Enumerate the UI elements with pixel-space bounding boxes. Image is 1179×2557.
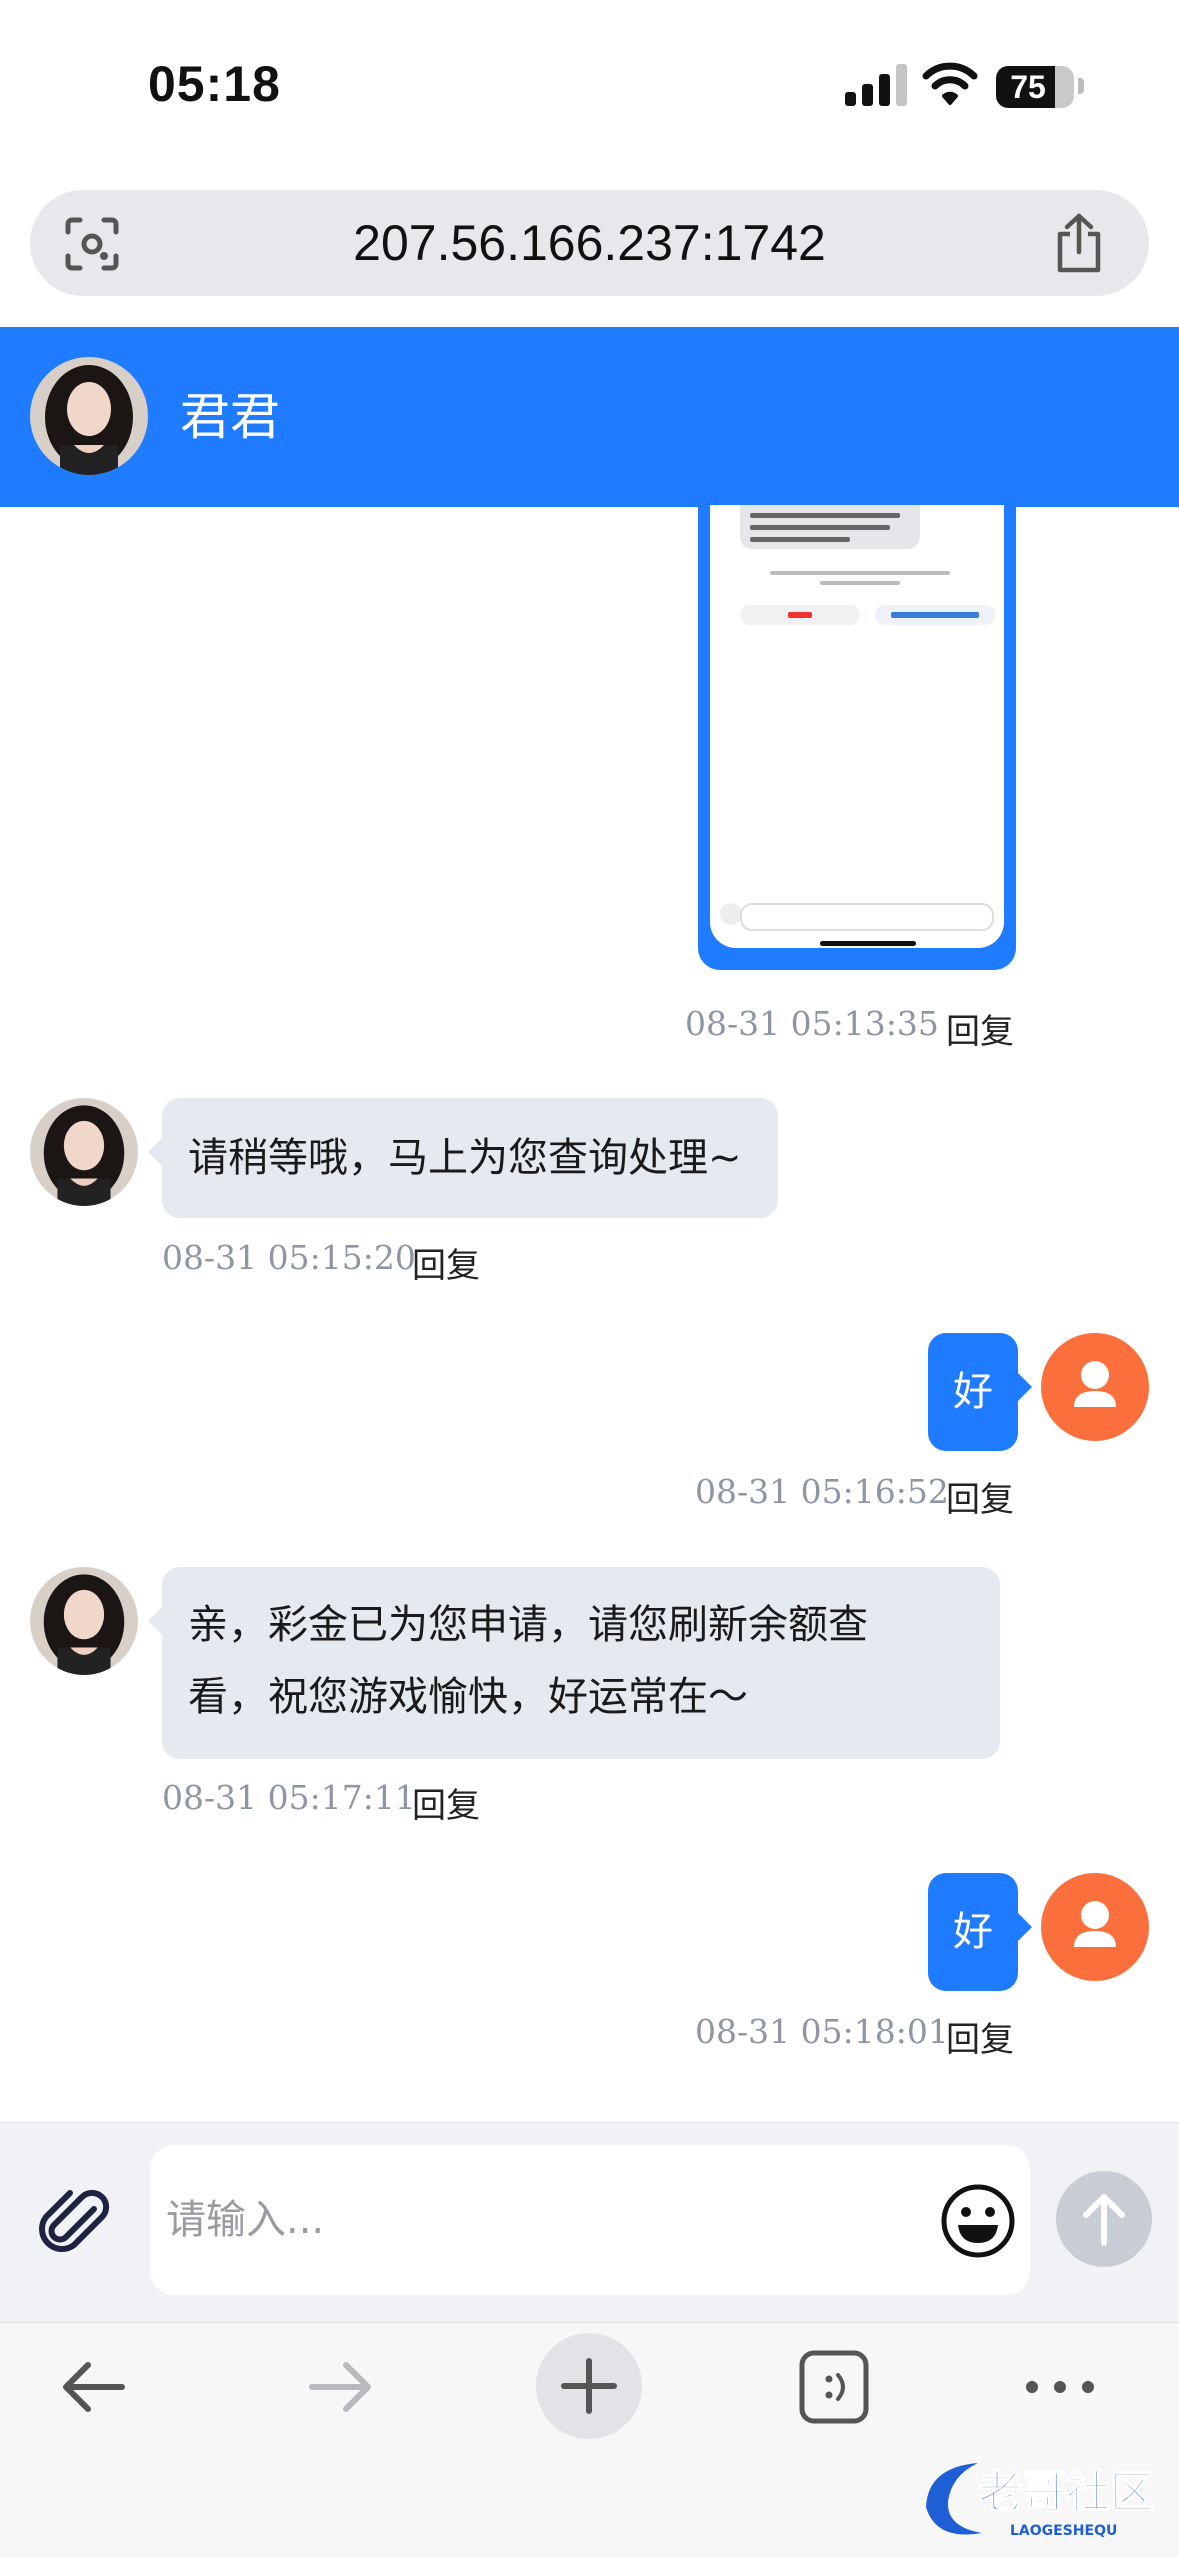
status-time: 05:18 (148, 56, 281, 112)
notice-line (770, 571, 950, 575)
sms-preview (740, 505, 920, 549)
send-arrow-icon (1083, 2194, 1125, 2246)
delete-pill (740, 605, 860, 625)
browser-toolbar: 老哥社区 LAOGESHEQU (0, 2322, 1179, 2557)
message-text-line: 亲，彩金已为您申请，请您刷新余额查 (188, 1602, 868, 1648)
message-bubble[interactable]: 请稍等哦，马上为您查询处理~ (148, 1098, 778, 1218)
reply-button[interactable]: 回复 (412, 1238, 480, 1287)
screenshot-preview (710, 505, 1004, 948)
reply-button[interactable]: 回复 (412, 1778, 480, 1827)
watermark-text: 老哥社区 (978, 2467, 1154, 2518)
reply-button[interactable]: 回复 (946, 1004, 1014, 1053)
message-time: 08-31 05:16:52 (695, 1472, 949, 1511)
contact-avatar[interactable] (30, 357, 148, 475)
message-image[interactable] (698, 505, 1016, 970)
watermark-logo: 老哥社区 LAOGESHEQU (918, 2449, 1168, 2545)
home-indicator (820, 941, 916, 946)
paperclip-icon[interactable] (36, 2183, 116, 2263)
composer (0, 2122, 1179, 2323)
battery-nub (1078, 78, 1084, 94)
agent-avatar[interactable] (30, 1567, 138, 1675)
battery-icon: 75 (996, 66, 1074, 108)
share-icon[interactable] (1050, 212, 1108, 274)
message-time: 08-31 05:13:35 (685, 1004, 939, 1043)
chat-header: 君君 (0, 327, 1179, 507)
message-text-line: 看，祝您游戏愉快，好运常在～ (188, 1674, 748, 1720)
send-button[interactable] (1056, 2171, 1152, 2267)
plus-icon (720, 903, 742, 925)
agent-avatar[interactable] (30, 1098, 138, 1206)
status-bar: 05:18 75 (0, 0, 1179, 175)
message-text: 好 (953, 1369, 993, 1415)
message-bubble[interactable]: 好 (928, 1333, 1032, 1451)
address-bar[interactable]: 207.56.166.237:1742 (30, 190, 1149, 296)
more-icon[interactable] (1022, 2373, 1098, 2401)
message-text: 请稍等哦，马上为您查询处理~ (188, 1135, 742, 1181)
back-icon[interactable] (56, 2349, 132, 2425)
reply-button[interactable]: 回复 (946, 1472, 1014, 1521)
emoji-icon[interactable] (938, 2181, 1018, 2261)
user-icon (1074, 1361, 1116, 1407)
message-bubble[interactable]: 亲，彩金已为您申请，请您刷新余额查 看，祝您游戏愉快，好运常在～ (148, 1567, 1000, 1759)
contact-name: 君君 (180, 388, 280, 446)
watermark-subtext: LAOGESHEQU (1010, 2523, 1117, 2539)
user-avatar[interactable] (1041, 1333, 1149, 1441)
message-input[interactable] (150, 2145, 1030, 2295)
url-text[interactable]: 207.56.166.237:1742 (30, 190, 1149, 296)
user-icon (1074, 1901, 1116, 1947)
new-tab-icon (561, 2358, 617, 2414)
message-time: 08-31 05:15:20 (162, 1238, 416, 1277)
mark-sender-pill (875, 605, 995, 625)
battery-percent: 75 (1010, 69, 1046, 105)
message-time: 08-31 05:17:11 (162, 1778, 416, 1817)
new-tab-button[interactable] (536, 2333, 642, 2439)
user-avatar[interactable] (1041, 1873, 1149, 1981)
notice-line (820, 581, 900, 585)
compose-field (740, 903, 994, 931)
message-text: 好 (953, 1909, 993, 1955)
cellular-signal-icon (845, 62, 907, 106)
message-bubble[interactable]: 好 (928, 1873, 1032, 1991)
message-time: 08-31 05:18:01 (695, 2012, 949, 2051)
tabs-icon[interactable] (796, 2347, 872, 2427)
wifi-icon (922, 62, 978, 105)
reply-button[interactable]: 回复 (946, 2012, 1014, 2061)
forward-icon[interactable] (302, 2349, 378, 2425)
